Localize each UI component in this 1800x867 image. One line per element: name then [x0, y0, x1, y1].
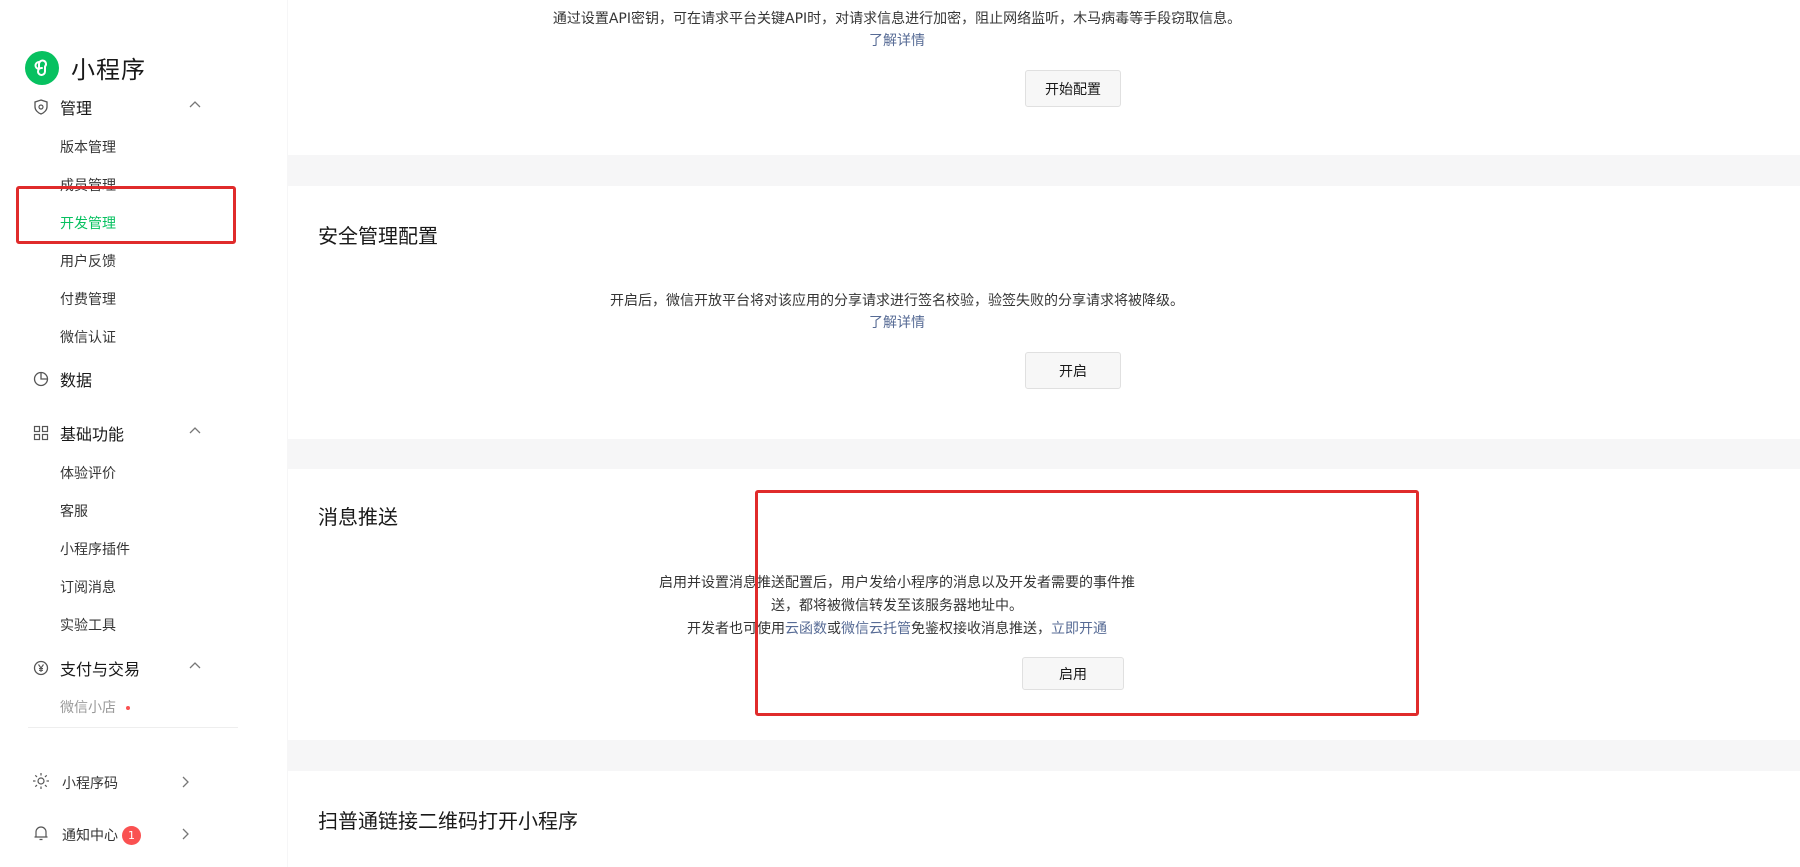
new-dot-indicator: [126, 706, 130, 710]
nav-group-label: 支付与交易: [60, 660, 141, 679]
sidebar-item-wechat-verify[interactable]: 微信认证: [60, 327, 116, 347]
sidebar-item-version[interactable]: 版本管理: [60, 137, 116, 157]
sidebar-item-plugins[interactable]: 小程序插件: [60, 539, 130, 559]
brand[interactable]: 小程序: [25, 50, 146, 85]
qrcode-link-title: 扫普通链接二维码打开小程序: [318, 809, 578, 833]
nav-group-basic[interactable]: 基础功能: [32, 421, 202, 445]
bell-icon: [32, 824, 50, 846]
sidebar-item-billing[interactable]: 付费管理: [60, 289, 116, 309]
chevron-up-icon: [188, 658, 202, 677]
api-key-description: 通过设置API密钥，可在请求平台关键API时，对请求信息进行加密，阻止网络监听，…: [552, 11, 1242, 27]
brand-name: 小程序: [71, 56, 146, 84]
sidebar-item-wechat-shop[interactable]: 微信小店: [60, 697, 130, 717]
sidebar-item-subscribe-msg[interactable]: 订阅消息: [60, 577, 116, 597]
nav-group-label: 管理: [60, 99, 93, 118]
sidebar-item-label: 通知中心: [62, 828, 118, 844]
chevron-right-icon: [178, 774, 192, 793]
start-config-button[interactable]: 开始配置: [1025, 70, 1121, 107]
highlight-box-dev-manage: [16, 186, 236, 244]
enable-security-button[interactable]: 开启: [1025, 352, 1121, 389]
sidebar-item-experience-rating[interactable]: 体验评价: [60, 463, 116, 483]
chevron-up-icon: [188, 97, 202, 116]
sidebar-item-qrcode[interactable]: 小程序码: [32, 772, 192, 794]
panel-api-key: 通过设置API密钥，可在请求平台关键API时，对请求信息进行加密，阻止网络监听，…: [288, 0, 1800, 155]
panel-qrcode-link: 扫普通链接二维码打开小程序: [288, 771, 1800, 867]
sidebar-item-lab-tools[interactable]: 实验工具: [60, 615, 116, 635]
notification-badge: 1: [122, 825, 141, 845]
sidebar-item-feedback[interactable]: 用户反馈: [60, 251, 116, 271]
sidebar: 小程序 管理 版本管理 成员管理 开发管理 用户反馈 付费管理 微信认证 数据 …: [0, 0, 287, 867]
sidebar-divider: [28, 727, 238, 728]
sidebar-item-label: 微信小店: [60, 700, 116, 716]
chevron-up-icon: [188, 423, 202, 442]
message-push-title: 消息推送: [318, 505, 398, 529]
nav-group-payment[interactable]: 支付与交易: [32, 656, 202, 680]
nav-group-label: 基础功能: [60, 425, 125, 444]
nav-group-label: 数据: [60, 371, 93, 390]
highlight-box-message-push: [755, 490, 1419, 716]
grid-icon: [32, 424, 50, 442]
sidebar-item-customer-service[interactable]: 客服: [60, 501, 88, 521]
sidebar-item-label: 小程序码: [62, 776, 118, 792]
security-title: 安全管理配置: [318, 224, 438, 248]
chevron-right-icon: [178, 826, 192, 845]
miniprogram-logo-icon: [25, 50, 59, 85]
panel-security: 安全管理配置 开启后，微信开放平台将对该应用的分享请求进行签名校验，验签失败的分…: [288, 186, 1800, 439]
pie-chart-icon: [32, 370, 50, 388]
api-key-learn-more-link[interactable]: 了解详情: [288, 30, 1506, 50]
nav-group-manage[interactable]: 管理: [32, 95, 202, 119]
nav-group-data[interactable]: 数据: [32, 367, 202, 391]
security-learn-more-link[interactable]: 了解详情: [288, 312, 1506, 332]
sidebar-item-notifications[interactable]: 通知中心 1: [32, 824, 192, 846]
shield-icon: [32, 98, 50, 116]
sun-icon: [32, 772, 50, 794]
security-description: 开启后，微信开放平台将对该应用的分享请求进行签名校验，验签失败的分享请求将被降级…: [610, 293, 1184, 309]
yen-icon: [32, 659, 50, 677]
